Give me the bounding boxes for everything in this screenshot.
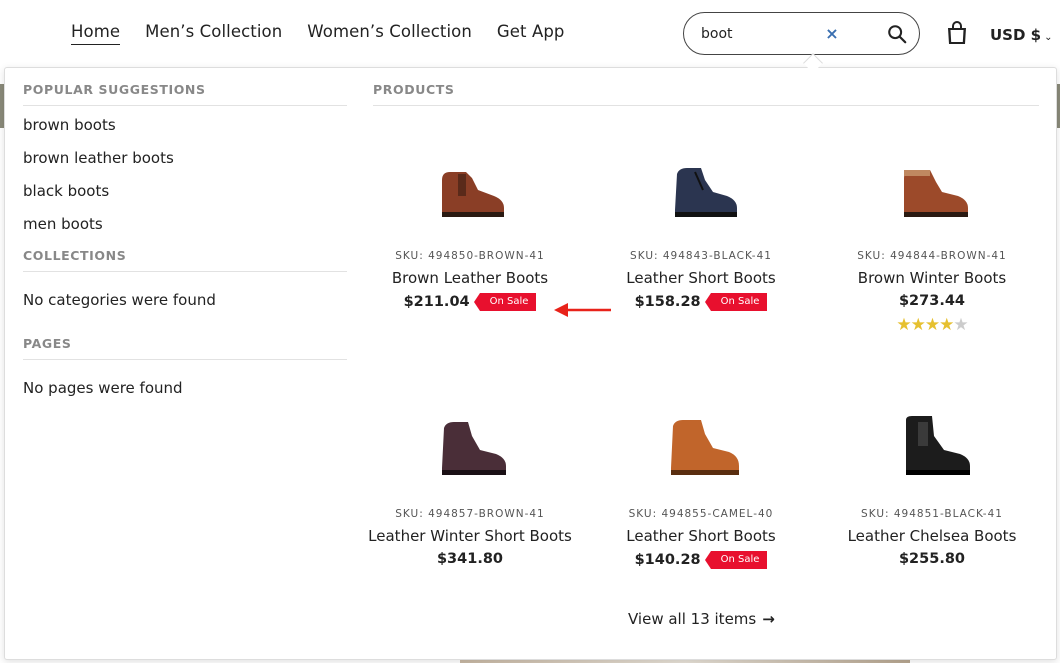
product-image [906,416,970,475]
search-icon[interactable] [886,23,908,45]
popular-suggestions-title: POPULAR SUGGESTIONS [23,82,347,106]
price-row: $273.44 [817,293,1047,309]
star-icon: ★★★★ [896,315,954,335]
suggestions-list: brown boots brown leather boots black bo… [23,114,347,246]
price-row: $158.28 On Sale [586,293,816,311]
product-sku: SKU: 494843-BLACK-41 [630,250,772,262]
suggestion-item[interactable]: brown leather boots [23,147,347,180]
search-box: × [683,12,920,55]
suggestion-item[interactable]: men boots [23,213,347,246]
product-name: Leather Chelsea Boots [847,527,1017,545]
search-input[interactable] [701,24,821,44]
product-card[interactable]: SKU: 494843-BLACK-41 Leather Short Boots… [586,138,816,311]
nav-get-app[interactable]: Get App [497,22,565,45]
product-price: $341.80 [436,551,504,567]
sale-badge: On Sale [704,293,768,311]
arrow-right-icon: → [762,610,775,628]
product-sku: SKU: 494851-BLACK-41 [861,508,1003,520]
sale-badge: On Sale [704,551,768,569]
nav-womens-collection[interactable]: Women’s Collection [307,22,472,45]
price-row: $255.80 [817,551,1047,567]
suggestion-item[interactable]: brown boots [23,114,347,147]
products-title: PRODUCTS [373,82,1039,106]
main-nav: Home Men’s Collection Women’s Collection… [71,22,565,45]
product-image [671,420,739,475]
price-row: $341.80 [355,551,585,567]
product-image [675,168,737,217]
product-image [442,172,504,217]
product-sku: SKU: 494857-BROWN-41 [395,508,545,520]
price-row: $211.04 On Sale [355,293,585,311]
product-image [442,422,506,475]
site-header: Home Men’s Collection Women’s Collection… [0,0,1060,68]
product-card[interactable]: SKU: 494850-BROWN-41 Brown Leather Boots… [355,138,585,311]
product-price: $255.80 [898,551,966,567]
product-price: $140.28 [634,552,701,568]
product-card[interactable]: SKU: 494855-CAMEL-40 Leather Short Boots… [586,396,816,569]
annotation-arrow-icon [554,303,611,317]
star-rating: ★★★★★ [817,315,1047,335]
product-name: Leather Short Boots [626,269,776,287]
star-empty-icon: ★ [953,315,968,335]
currency-selector[interactable]: USD $ ⌄ [990,26,1052,44]
product-card[interactable]: SKU: 494844-BROWN-41 Brown Winter Boots … [817,138,1047,335]
price-row: $140.28 On Sale [586,551,816,569]
nav-mens-collection[interactable]: Men’s Collection [145,22,282,45]
nav-home[interactable]: Home [71,22,121,45]
product-price: $158.28 [634,294,701,310]
product-image [904,170,968,217]
product-price: $211.04 [403,294,470,310]
suggestion-item[interactable]: black boots [23,180,347,213]
sale-badge: On Sale [473,293,537,311]
collections-empty-message: No categories were found [23,291,216,309]
product-name: Leather Short Boots [626,527,776,545]
close-icon[interactable]: × [824,26,840,42]
collections-title: COLLECTIONS [23,248,347,272]
product-sku: SKU: 494855-CAMEL-40 [628,508,774,520]
product-card[interactable]: SKU: 494857-BROWN-41 Leather Winter Shor… [355,396,585,567]
suggestions-column: POPULAR SUGGESTIONS brown boots brown le… [23,82,347,397]
pages-title: PAGES [23,336,347,360]
product-sku: SKU: 494844-BROWN-41 [857,250,1007,262]
product-name: Brown Leather Boots [391,269,549,287]
product-name: Leather Winter Short Boots [368,527,572,545]
product-name: Brown Winter Boots [857,269,1007,287]
product-price: $273.44 [898,293,966,309]
product-sku: SKU: 494850-BROWN-41 [395,250,545,262]
view-all-label: View all 13 items [628,610,757,628]
view-all-link[interactable]: View all 13 items → [628,610,775,628]
currency-label: USD $ [990,26,1042,44]
chevron-down-icon: ⌄ [1044,32,1053,43]
shopping-bag-icon[interactable] [945,20,969,46]
product-card[interactable]: SKU: 494851-BLACK-41 Leather Chelsea Boo… [817,396,1047,567]
products-column: PRODUCTS [373,82,1039,106]
pages-empty-message: No pages were found [23,379,183,397]
